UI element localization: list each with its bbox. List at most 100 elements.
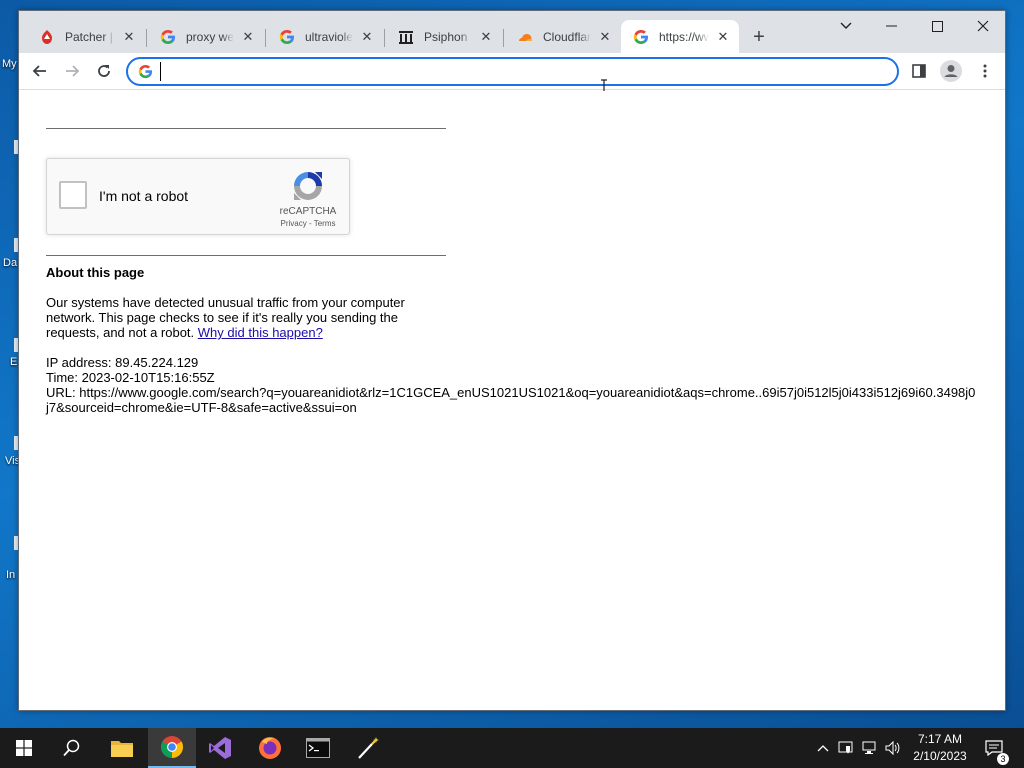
new-tab-button[interactable]: +: [747, 25, 771, 49]
close-icon[interactable]: ✕: [359, 29, 375, 45]
notification-count-badge: 3: [997, 753, 1009, 765]
close-window-button[interactable]: [960, 11, 1006, 41]
profile-button[interactable]: [937, 57, 965, 85]
desktop-icon-label-5[interactable]: In: [6, 569, 15, 581]
tab-title: proxy website: [186, 29, 234, 44]
tab-divider: [384, 29, 385, 47]
recaptcha-logo-icon: [294, 172, 322, 200]
tab-cloudflare[interactable]: Cloudflare ✕: [505, 20, 621, 53]
forward-button[interactable]: [58, 57, 86, 85]
reload-button[interactable]: [90, 57, 118, 85]
chrome-icon: [161, 736, 183, 758]
close-icon[interactable]: ✕: [715, 29, 731, 45]
browser-toolbar: [19, 53, 1005, 95]
divider: [46, 255, 446, 256]
file-explorer-button[interactable]: [98, 728, 146, 768]
search-icon: [63, 739, 80, 757]
google-g-icon: [279, 29, 294, 44]
request-info: IP address: 89.45.224.129 Time: 2023-02-…: [46, 355, 976, 415]
desktop-icon-label-3[interactable]: E: [10, 356, 17, 368]
shield-warning-icon: [838, 741, 853, 754]
tab-google-active[interactable]: https://www.google.com ✕: [621, 20, 739, 53]
visual-studio-icon: [209, 737, 231, 759]
why-did-this-happen-link[interactable]: Why did this happen?: [198, 325, 323, 340]
start-button[interactable]: [0, 728, 48, 768]
tab-title: Patcher | NIX: [65, 29, 115, 44]
tab-proxy-website[interactable]: proxy website ✕: [148, 20, 264, 53]
request-time: Time: 2023-02-10T15:16:55Z: [46, 370, 215, 385]
chrome-taskbar-button[interactable]: [148, 728, 196, 768]
magic-wand-icon: [358, 737, 379, 759]
chevron-down-icon: [840, 22, 852, 29]
address-bar[interactable]: [126, 57, 899, 95]
about-heading: About this page: [46, 265, 145, 280]
reload-icon: [98, 65, 110, 77]
desktop-icon-label-2[interactable]: Da: [3, 257, 17, 269]
tab-divider: [265, 29, 266, 47]
close-icon[interactable]: ✕: [240, 29, 256, 45]
close-icon[interactable]: ✕: [121, 29, 137, 45]
privacy-link[interactable]: Privacy: [281, 219, 307, 228]
minimize-icon: [885, 25, 897, 27]
patcher-icon: [42, 29, 52, 44]
recaptcha-checkbox[interactable]: [59, 181, 87, 209]
recaptcha-brand: reCAPTCHA: [279, 206, 337, 217]
speaker-icon: [885, 740, 900, 756]
browser-window: Patcher | NIX ✕ proxy website ✕ ultravio…: [18, 10, 1006, 711]
firefox-button[interactable]: [246, 728, 294, 768]
divider: [46, 128, 446, 129]
taskbar-clock[interactable]: 7:17 AM 2/10/2023: [902, 731, 978, 765]
tab-search-button[interactable]: [823, 11, 869, 41]
side-panel-icon: [912, 64, 926, 78]
recaptcha-label: I'm not a robot: [99, 188, 189, 204]
terminal-icon: [306, 738, 330, 758]
security-tray-button[interactable]: [835, 728, 857, 768]
avatar-icon: [940, 60, 962, 82]
maximize-button[interactable]: [914, 11, 960, 41]
volume-tray-button[interactable]: [882, 728, 904, 768]
back-button[interactable]: [26, 57, 54, 85]
request-url: URL: https://www.google.com/search?q=you…: [46, 385, 976, 415]
link-separator: -: [306, 219, 314, 228]
maximize-icon: [931, 20, 943, 32]
tab-divider: [146, 29, 147, 47]
terminal-button[interactable]: [294, 728, 342, 768]
tool-app-button[interactable]: [344, 728, 392, 768]
clock-time: 7:17 AM: [917, 732, 963, 746]
network-tray-button[interactable]: [859, 728, 881, 768]
network-icon: [862, 741, 876, 754]
recaptcha-widget: I'm not a robot reCAPTCHA Privacy - Term…: [46, 158, 350, 235]
menu-button[interactable]: [971, 57, 999, 85]
taskbar: 7:17 AM 2/10/2023: [0, 728, 1024, 768]
tab-divider: [503, 29, 504, 47]
close-icon[interactable]: ✕: [597, 29, 613, 45]
search-button[interactable]: [48, 728, 96, 768]
psiphon-museum-icon: [399, 30, 413, 44]
terms-link[interactable]: Terms: [314, 219, 336, 228]
ip-address: IP address: 89.45.224.129: [46, 355, 199, 370]
close-icon: [977, 20, 989, 32]
firefox-icon: [259, 737, 281, 759]
side-panel-button[interactable]: [905, 57, 933, 85]
desktop-icon-label-1[interactable]: My: [2, 58, 17, 70]
show-hidden-icons-button[interactable]: [813, 728, 833, 768]
chevron-up-icon: [817, 745, 829, 752]
tab-title: https://www.google.com: [659, 29, 709, 44]
recaptcha-links: Privacy - Terms: [271, 219, 345, 228]
tab-title: Cloudflare: [543, 29, 591, 44]
tab-ultraviolet-proxy[interactable]: ultraviolet proxy ✕: [267, 20, 383, 53]
arrow-right-icon: [66, 65, 80, 77]
minimize-button[interactable]: [868, 11, 914, 41]
folder-icon: [111, 741, 133, 757]
unusual-traffic-paragraph: Our systems have detected unusual traffi…: [46, 295, 426, 340]
tab-psiphon[interactable]: Psiphon 3 ✕: [386, 20, 502, 53]
arrow-left-icon: [32, 65, 46, 77]
address-input[interactable]: [160, 62, 880, 81]
google-g-icon: [160, 29, 175, 44]
tab-patcher[interactable]: Patcher | NIX ✕: [27, 20, 145, 53]
tab-title: ultraviolet proxy: [305, 29, 353, 44]
close-icon[interactable]: ✕: [478, 29, 494, 45]
visual-studio-button[interactable]: [196, 728, 244, 768]
windows-logo-icon: [16, 740, 32, 756]
page-content: I'm not a robot reCAPTCHA Privacy - Term…: [19, 91, 1005, 710]
